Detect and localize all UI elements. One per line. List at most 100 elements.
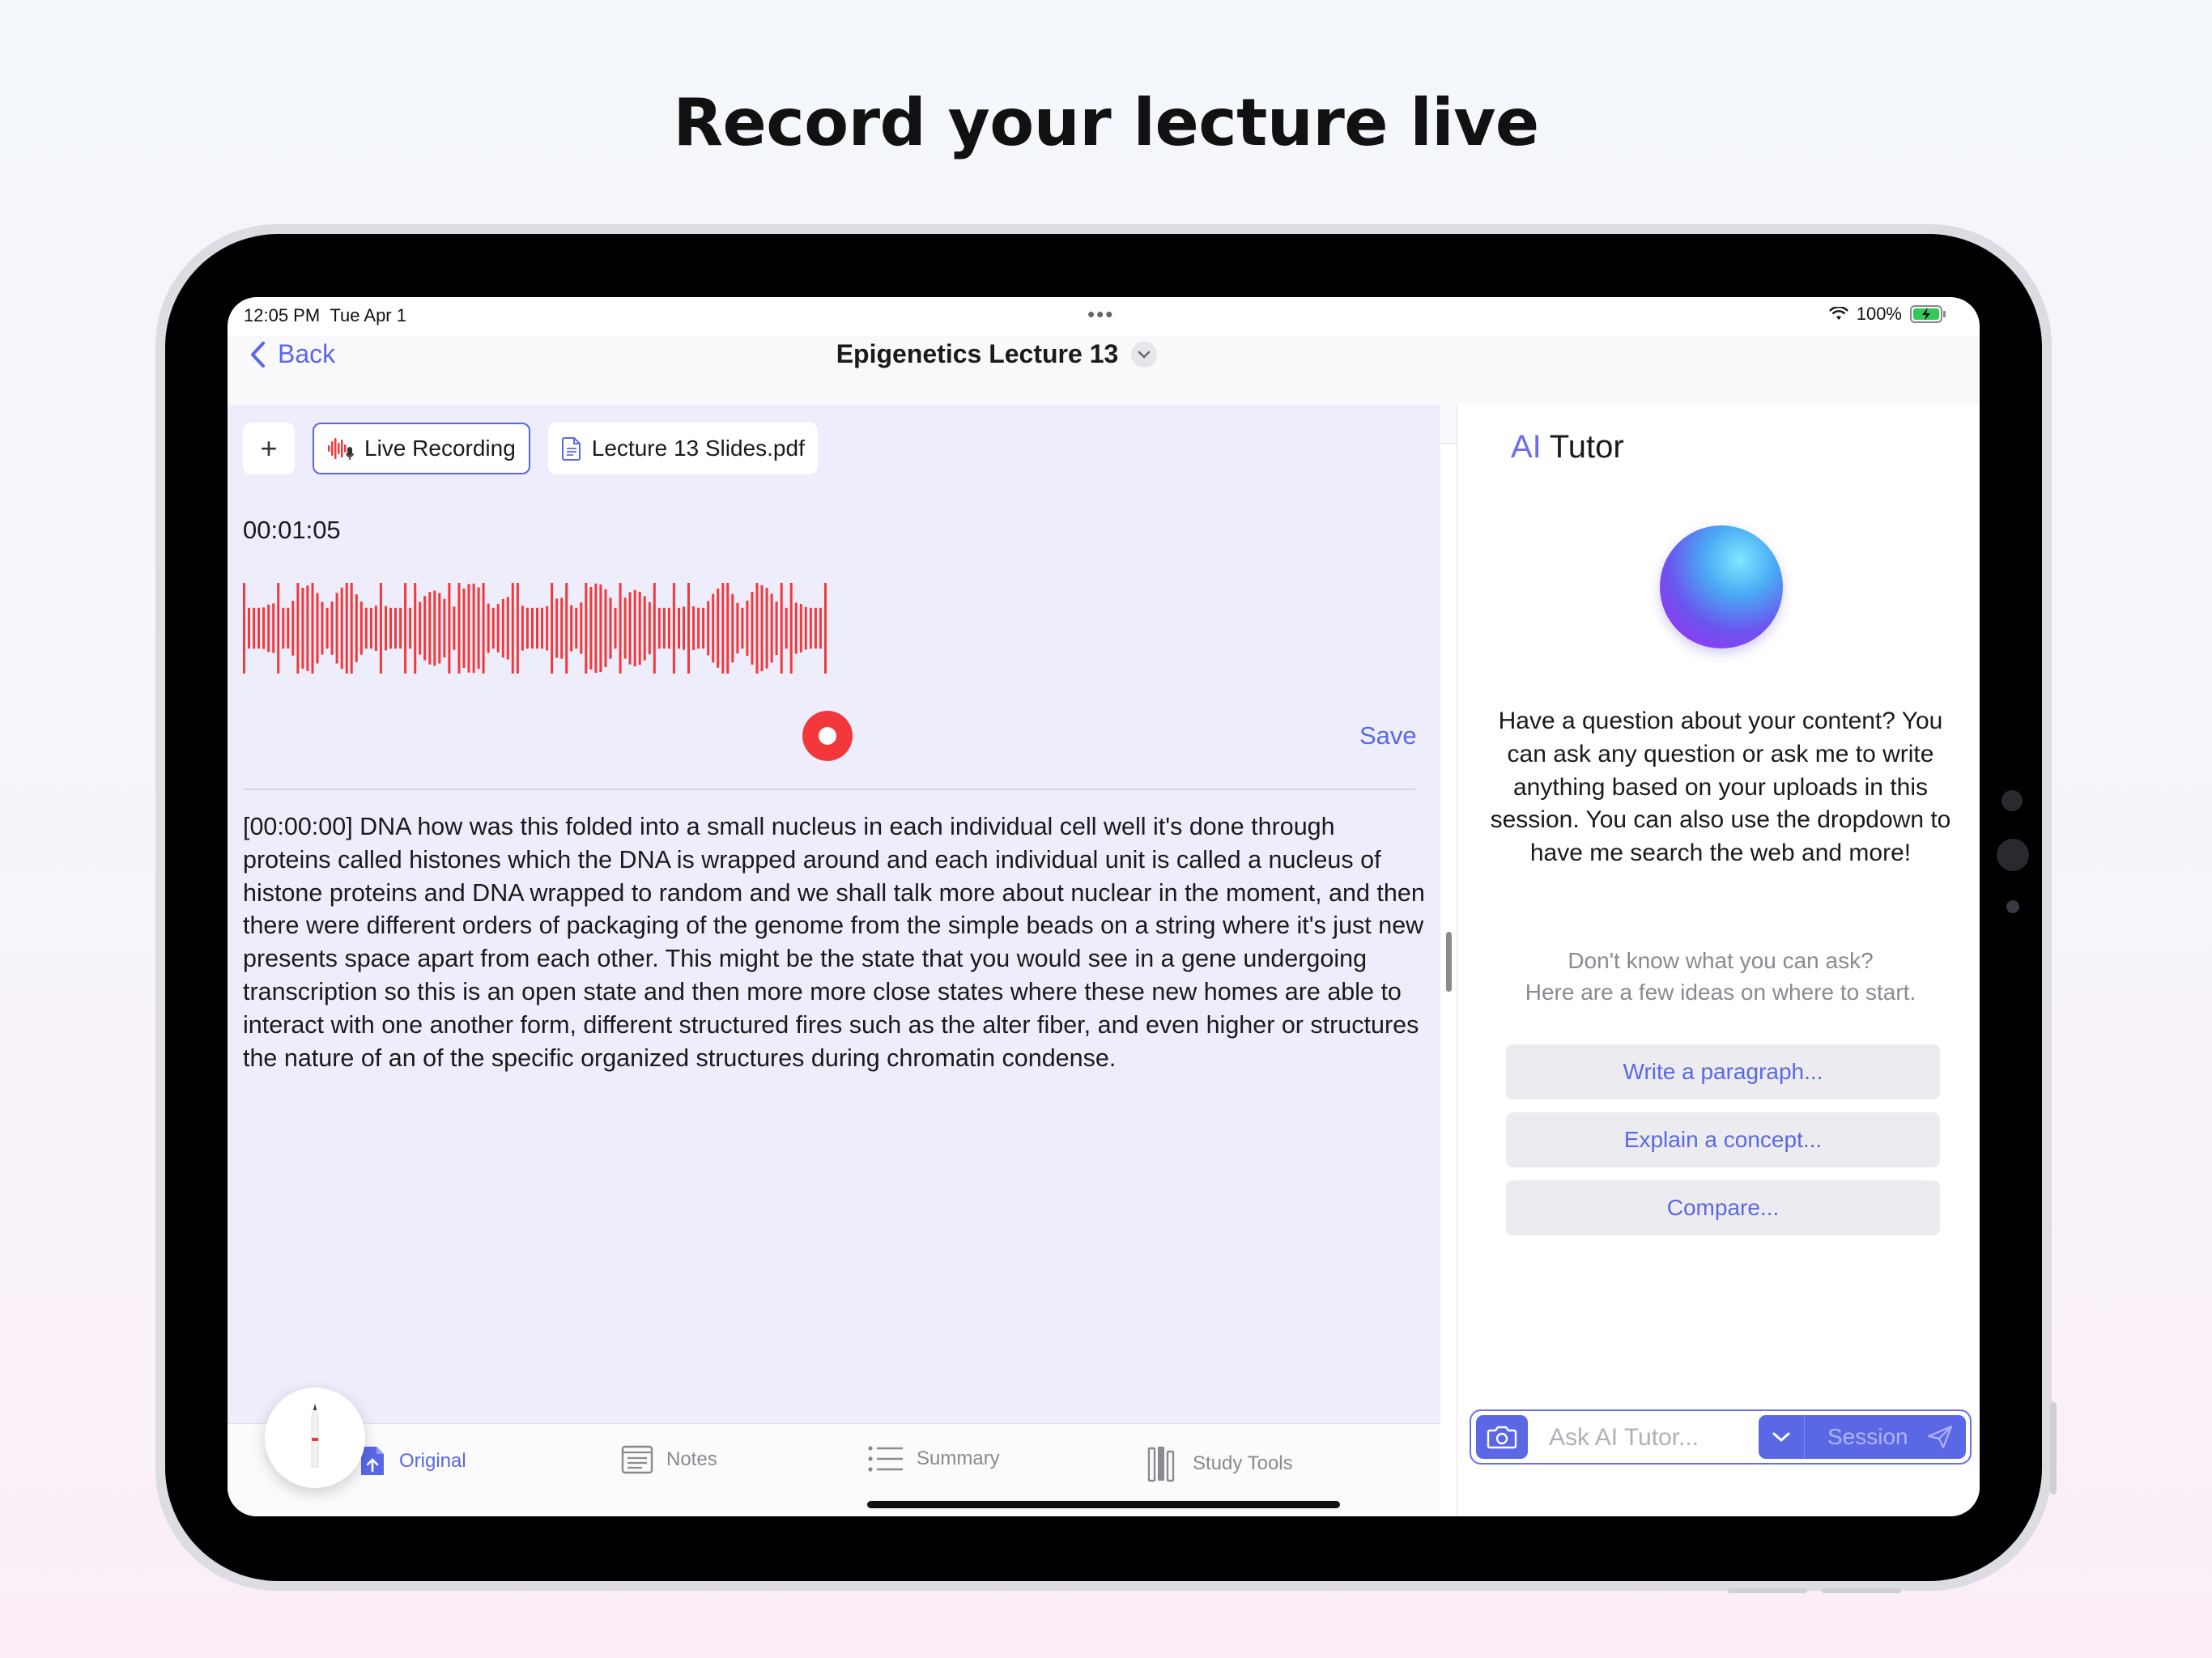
waveform-bar [301, 588, 304, 669]
ai-tutor-title: AI Tutor [1511, 429, 1624, 466]
waveform-bar [760, 585, 764, 672]
tab-lecture-slides-label: Lecture 13 Slides.pdf [591, 436, 805, 461]
waveform-bar [443, 598, 446, 658]
waveform-bar [477, 587, 480, 670]
waveform-bar [814, 607, 817, 649]
waveform-bar [785, 607, 788, 649]
waveform-bar [453, 606, 456, 650]
waveform-bar [541, 607, 543, 649]
camera-dot-1 [2001, 790, 2023, 811]
ai-hint-line-2: Here are a few ideas on where to start. [1525, 980, 1916, 1005]
waveform-bar [678, 607, 680, 649]
tab-live-recording[interactable]: Live Recording [313, 423, 530, 474]
battery-percent: 100% [1856, 304, 1902, 324]
waveform-bar [667, 607, 670, 649]
waveform-bar [409, 607, 412, 649]
waveform-bar [648, 602, 651, 655]
waveform-bar [765, 588, 768, 669]
save-recording-button[interactable]: Save [1359, 721, 1417, 750]
waveform-bar [707, 601, 710, 656]
tab-original-label: Original [399, 1450, 466, 1472]
waveform-bar [359, 602, 363, 655]
waveform-bar [311, 583, 314, 674]
waveform-bar [794, 602, 798, 654]
waveform-bar [770, 593, 773, 663]
tab-study-tools-label: Study Tools [1193, 1452, 1293, 1474]
waveform-bar [335, 593, 338, 664]
camera-button[interactable] [1476, 1415, 1528, 1459]
waveform-bar [780, 583, 783, 674]
hardware-button-bottom-1 [1728, 1588, 1807, 1593]
split-view-divider-handle[interactable] [1446, 932, 1452, 992]
marketing-headline: Record your lecture live [673, 85, 1539, 160]
multitasking-dots-icon[interactable]: ••• [1087, 302, 1114, 327]
record-stop-button[interactable] [802, 711, 853, 761]
home-indicator[interactable] [867, 1501, 1340, 1508]
tab-original[interactable]: Original [359, 1445, 466, 1477]
waveform-bar [751, 592, 754, 665]
waveform-bar [438, 593, 441, 664]
pencil-tool-button[interactable] [265, 1388, 365, 1488]
pencil-icon [311, 1403, 319, 1468]
tab-study-tools[interactable]: Study Tools [1147, 1445, 1293, 1482]
waveform-bar [712, 593, 715, 663]
waveform-bar [296, 583, 300, 674]
waveform-bar [619, 583, 622, 674]
waveform-bar [404, 583, 407, 674]
session-title-selector[interactable]: Epigenetics Lecture 13 [228, 339, 1766, 369]
session-title: Epigenetics Lecture 13 [836, 339, 1119, 368]
chevron-down-icon[interactable] [1131, 341, 1158, 368]
waveform-bar [482, 583, 485, 674]
waveform-bar [672, 583, 675, 674]
waveform-bar [604, 589, 607, 667]
waveform-bar [516, 583, 519, 674]
ipad-screen: 12:05 PM Tue Apr 1 ••• 100% Back Epigene… [228, 297, 1980, 1516]
scope-label: Session [1827, 1424, 1908, 1449]
list-icon [868, 1446, 903, 1472]
waveform-bar [717, 589, 720, 668]
ai-tutor-hint: Don't know what you can ask? Here are a … [1490, 945, 1951, 1008]
status-indicators: 100% [1828, 304, 1947, 325]
ask-ai-input[interactable]: Ask AI Tutor... [1549, 1424, 1699, 1452]
ai-title-prefix: AI [1511, 429, 1542, 465]
recording-panel: + Live Recording Lecture 13 Slides.pdf 0… [228, 405, 1440, 1516]
send-icon[interactable] [1927, 1425, 1953, 1449]
waveform-bar [546, 606, 549, 651]
suggestion-write-paragraph[interactable]: Write a paragraph... [1506, 1044, 1940, 1099]
waveform-bar [419, 602, 422, 655]
waveform-bar [350, 583, 353, 674]
waveform-bar [687, 583, 690, 674]
tab-lecture-slides-pdf[interactable]: Lecture 13 Slides.pdf [547, 423, 818, 474]
tab-notes[interactable]: Notes [621, 1445, 717, 1474]
tab-summary[interactable]: Summary [868, 1445, 1000, 1473]
waveform-bar [364, 607, 368, 649]
waveform-bar [551, 583, 554, 674]
waveform-bar [262, 607, 266, 649]
waveform-bar [565, 583, 568, 674]
chevron-down-icon[interactable] [1759, 1415, 1805, 1459]
waveform-bar [589, 587, 593, 670]
scope-selector[interactable]: Session [1759, 1415, 1966, 1459]
ai-title-text: Tutor [1549, 429, 1624, 465]
waveform-bar [643, 596, 646, 661]
waveform-bar [389, 607, 392, 649]
notes-icon [621, 1445, 653, 1474]
tab-live-recording-label: Live Recording [364, 436, 516, 461]
waveform-bar [692, 606, 696, 650]
status-bar: 12:05 PM Tue Apr 1 ••• 100% [228, 297, 1980, 336]
ai-tutor-description: Have a question about your content? You … [1490, 708, 1951, 867]
waveform-bar [325, 607, 329, 649]
waveform-bar [570, 605, 573, 652]
waveform-bar [726, 583, 730, 674]
waveform-bar [448, 583, 451, 674]
waveform-bar [340, 587, 343, 670]
waveform-bar [243, 583, 245, 674]
add-source-button[interactable]: + [243, 423, 295, 474]
waveform-bar [291, 601, 295, 656]
suggestion-explain-concept[interactable]: Explain a concept... [1506, 1112, 1940, 1167]
waveform-bar [555, 598, 559, 658]
waveform-bar [614, 607, 617, 649]
waveform-bar [633, 589, 636, 667]
suggestion-compare[interactable]: Compare... [1506, 1180, 1940, 1235]
transcript-text: [00:00:00] DNA how was this folded into … [243, 813, 1425, 1072]
